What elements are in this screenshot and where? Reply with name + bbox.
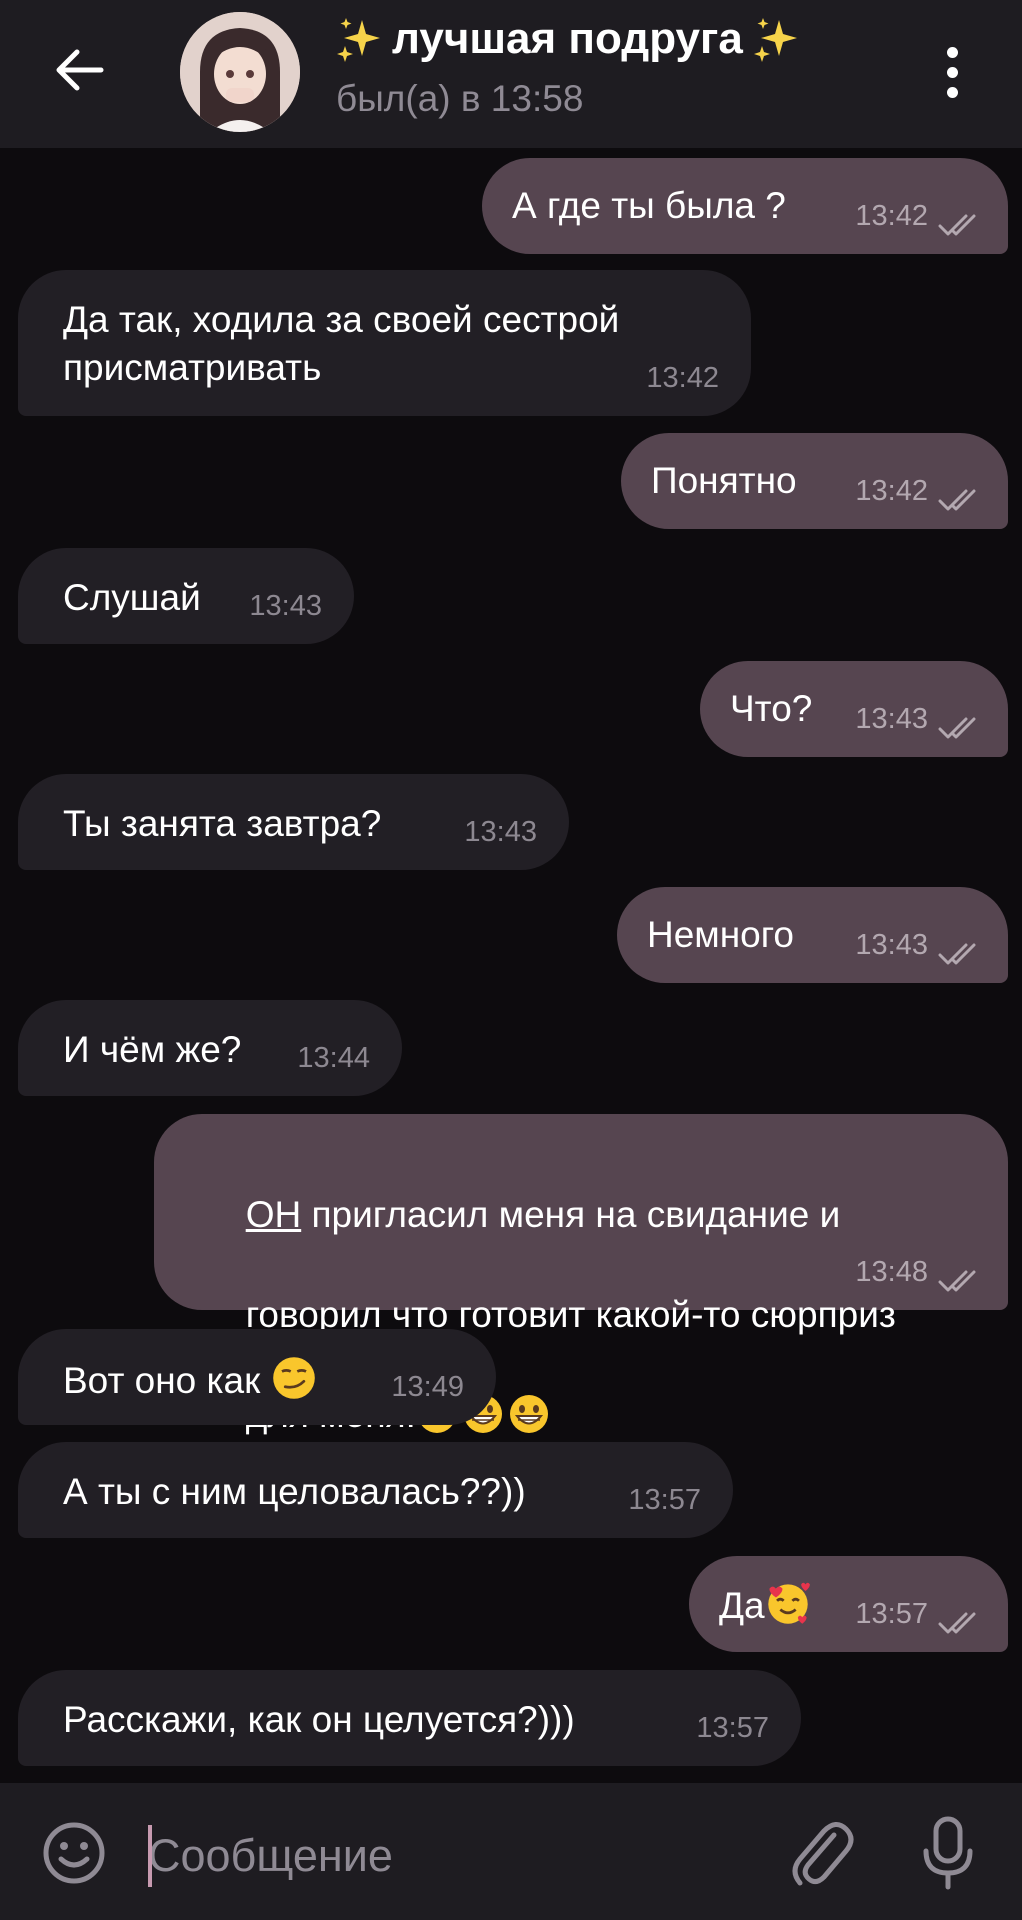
emoji-button[interactable] bbox=[40, 1819, 108, 1887]
arrow-left-icon bbox=[56, 49, 104, 91]
chat-header: лучшая подруга был(а) в 13:58 bbox=[0, 0, 1022, 148]
more-dots-icon bbox=[946, 46, 958, 58]
message-time: 13:43 bbox=[249, 590, 322, 622]
back-arrow-button[interactable] bbox=[40, 38, 118, 102]
outgoing-message[interactable]: ОН пригласил меня на свидание и говорил … bbox=[154, 1114, 1008, 1435]
message-time: 13:43 bbox=[855, 929, 928, 961]
paperclip-icon bbox=[792, 1822, 854, 1886]
double-check-icon bbox=[938, 1270, 976, 1292]
message-underlined-word: ОН bbox=[245, 1194, 302, 1235]
message-input-bar: Сообщение bbox=[0, 1783, 1022, 1920]
outgoing-message[interactable]: Что? 13:43 bbox=[700, 661, 1008, 757]
message-text: Ты занята завтра? bbox=[63, 803, 382, 844]
message-time: 13:57 bbox=[855, 1598, 928, 1630]
message-text: Вот оно как bbox=[63, 1360, 261, 1401]
message-input[interactable]: Сообщение bbox=[148, 1825, 768, 1887]
message-text: Что? bbox=[730, 688, 813, 729]
message-time: 13:42 bbox=[855, 475, 928, 507]
message-time: 13:48 bbox=[855, 1256, 928, 1288]
incoming-message[interactable]: А ты с ним целовалась??)) 13:57 bbox=[18, 1442, 733, 1538]
text-cursor bbox=[148, 1825, 152, 1887]
message-text: Да так, ходила за своей сестрой присматр… bbox=[63, 299, 620, 388]
incoming-message[interactable]: Слушай 13:43 bbox=[18, 548, 354, 644]
microphone-button[interactable] bbox=[916, 1813, 980, 1893]
incoming-message[interactable]: Ты занята завтра? 13:43 bbox=[18, 774, 569, 870]
message-time: 13:42 bbox=[646, 362, 719, 394]
outgoing-message[interactable]: Понятно 13:42 bbox=[621, 433, 1008, 529]
message-text: Немного bbox=[647, 914, 795, 955]
attach-button[interactable] bbox=[784, 1813, 856, 1893]
contact-avatar[interactable] bbox=[180, 12, 300, 132]
double-check-icon bbox=[938, 214, 976, 236]
incoming-message[interactable]: И чём же? 13:44 bbox=[18, 1000, 402, 1096]
incoming-message[interactable]: Да так, ходила за своей сестрой присматр… bbox=[18, 270, 751, 416]
double-check-icon bbox=[938, 717, 976, 739]
message-time: 13:44 bbox=[297, 1042, 370, 1074]
sparkles-icon bbox=[753, 18, 797, 62]
message-text: Расскажи, как он целуется?))) bbox=[63, 1699, 575, 1740]
double-check-icon bbox=[938, 489, 976, 511]
message-time: 13:57 bbox=[696, 1712, 769, 1744]
message-list[interactable]: А где ты была ? 13:42 Да так, ходила за … bbox=[0, 148, 1022, 1783]
chat-title: лучшая подруга bbox=[392, 14, 743, 63]
message-text-line: пригласил меня на свидание и bbox=[301, 1194, 841, 1235]
message-text: А где ты была ? bbox=[512, 185, 786, 226]
double-check-icon bbox=[938, 1612, 976, 1634]
outgoing-message[interactable]: Да 13:57 bbox=[689, 1556, 1008, 1652]
outgoing-message[interactable]: Немного 13:43 bbox=[617, 887, 1008, 983]
message-text: А ты с ним целовалась??)) bbox=[63, 1471, 526, 1512]
message-text: Да bbox=[719, 1585, 765, 1626]
incoming-message[interactable]: Вот оно как 13:49 bbox=[18, 1329, 496, 1425]
smiley-icon bbox=[43, 1822, 105, 1884]
microphone-icon bbox=[923, 1816, 973, 1890]
message-text: И чём же? bbox=[63, 1029, 242, 1070]
last-seen-status: был(а) в 13:58 bbox=[336, 78, 584, 119]
chat-title-row[interactable]: лучшая подруга bbox=[336, 14, 799, 64]
message-time: 13:49 bbox=[391, 1371, 464, 1403]
avatar-image bbox=[180, 12, 300, 132]
message-time: 13:43 bbox=[464, 816, 537, 848]
message-text: Понятно bbox=[651, 460, 797, 501]
message-time: 13:43 bbox=[855, 703, 928, 735]
message-time: 13:42 bbox=[855, 200, 928, 232]
smirking-face-emoji bbox=[272, 1357, 315, 1399]
more-menu-button[interactable] bbox=[930, 40, 974, 104]
outgoing-message[interactable]: А где ты была ? 13:42 bbox=[482, 158, 1008, 254]
incoming-message[interactable]: Расскажи, как он целуется?))) 13:57 bbox=[18, 1670, 801, 1766]
grinning-face-emoji bbox=[509, 1395, 548, 1433]
double-check-icon bbox=[938, 943, 976, 965]
message-text: Слушай bbox=[63, 577, 201, 618]
message-time: 13:57 bbox=[628, 1484, 701, 1516]
sparkles-icon bbox=[337, 18, 380, 62]
smiling-face-with-hearts-emoji bbox=[767, 1582, 810, 1624]
